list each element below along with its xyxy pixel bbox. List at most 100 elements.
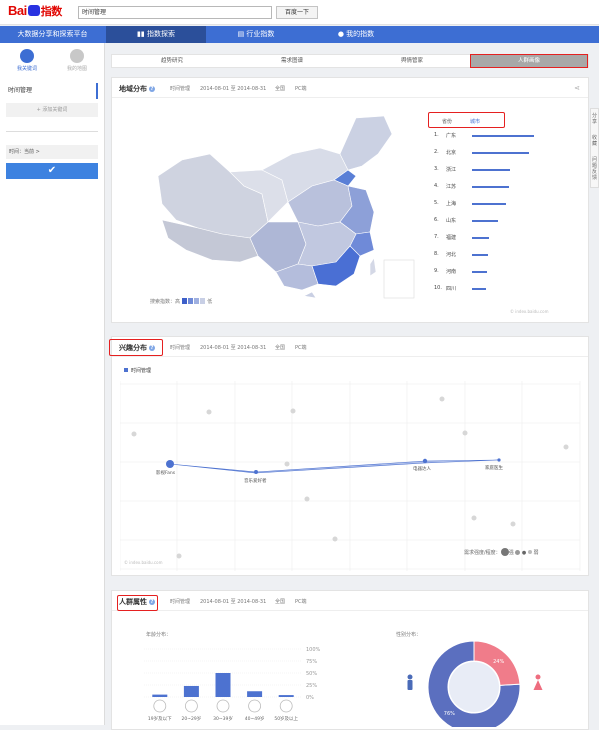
ranking-row[interactable]: 6. 山东 [434, 217, 574, 227]
confirm-button[interactable]: ✔ [6, 163, 98, 179]
age-bar[interactable] [183, 685, 199, 697]
ranking-row[interactable]: 5. 上海 [434, 200, 574, 210]
age-category-label: 19岁及以下 [148, 715, 172, 722]
right-tool-bar: 分享 收藏 问题反馈 [590, 108, 599, 188]
legend-swatch [181, 298, 187, 304]
rank-city: 河北 [446, 252, 457, 258]
age-bar[interactable] [278, 695, 294, 697]
interest-keyword: 时间管理 [170, 345, 191, 351]
population-keyword: 时间管理 [170, 599, 191, 605]
rank-city: 广东 [446, 133, 457, 139]
ranking-row[interactable]: 1. 广东 [434, 132, 574, 142]
male-icon [407, 674, 413, 690]
share-tool[interactable]: 分享 [591, 113, 598, 125]
tab-sentiment[interactable]: 舆情管家 [352, 55, 472, 67]
interest-node[interactable] [254, 470, 258, 474]
search-input[interactable]: 时间管理 [78, 6, 272, 19]
interest-panel: 兴趣分布? 时间管理 2014-08-01 至 2014-08-31 全国 PC… [109, 336, 589, 576]
ranking-row[interactable]: 9. 河南 [434, 268, 574, 278]
ranking-row[interactable]: 10. 四川 [434, 285, 574, 295]
tab-demand[interactable]: 需求图谱 [232, 55, 352, 67]
interest-node-label: 音乐爱好者 [244, 477, 267, 484]
nav-item-industry[interactable]: ▤ 行业指数 [206, 26, 306, 43]
baidu-index-logo[interactable]: Bai 指数 [8, 3, 62, 19]
share-icon[interactable]: ⋖ [574, 84, 580, 92]
age-avatar-icon [153, 699, 167, 713]
rank-number: 7. [434, 234, 439, 240]
ranking-row[interactable]: 4. 江苏 [434, 183, 574, 193]
interest-node[interactable] [166, 460, 174, 468]
age-tick-label: 75% [306, 659, 317, 665]
user-icon: ● [337, 30, 347, 38]
age-bar[interactable] [247, 691, 263, 697]
interest-graph: 影视Fans 音乐爱好者 电器达人 家庭医生 © index.baidu.com [120, 381, 581, 571]
population-date: 2014-08-01 至 2014-08-31 [200, 599, 267, 605]
keyword-item[interactable]: 时间管理 [6, 83, 98, 99]
favorite-tool[interactable]: 收藏 [591, 135, 598, 147]
region-keyword: 时间管理 [170, 86, 191, 92]
nav-item-explore[interactable]: ▮▮ 指数探索 [106, 26, 206, 43]
age-bar[interactable] [152, 694, 168, 697]
help-icon[interactable]: ? [149, 86, 155, 92]
map-region-northeast[interactable] [339, 115, 393, 171]
age-title: 年龄分布： [146, 632, 172, 638]
female-icon [533, 674, 543, 690]
ranking-row[interactable]: 3. 浙江 [434, 166, 574, 176]
map-region-taiwan[interactable] [369, 257, 377, 277]
edit-icon [20, 49, 34, 63]
feedback-tool[interactable]: 问题反馈 [591, 157, 598, 181]
rank-city: 江苏 [446, 184, 457, 190]
add-keyword-button[interactable]: + 添加关键词 [6, 103, 98, 117]
region-panel: 地域分布? 时间管理 2014-08-01 至 2014-08-31 全国 PC… [111, 77, 589, 323]
rank-number: 2. [434, 149, 439, 155]
interest-node[interactable] [497, 458, 501, 462]
region-date: 2014-08-01 至 2014-08-31 [200, 86, 267, 92]
tab-map[interactable]: 我的地图 [58, 47, 96, 79]
rank-city: 山东 [446, 218, 457, 224]
mid-dot-icon [515, 550, 521, 555]
sidebar: 我关键词 我的地图 时间管理 + 添加关键词 时间：当前 > ✔ [0, 43, 105, 725]
interest-node-label: 电器达人 [413, 465, 431, 472]
ranking-row[interactable]: 7. 福建 [434, 234, 574, 244]
map-region-hainan[interactable] [303, 291, 317, 299]
age-chart: 100% 75% 50% 25% 0% 19岁及以下 20~29岁 30~39岁 40~49岁 5… [144, 647, 321, 722]
rank-number: 5. [434, 200, 439, 206]
grid [120, 381, 581, 571]
main-nav: 大数据分享和探索平台 ▮▮ 指数探索 ▤ 行业指数 ● 我的指数 [0, 26, 599, 43]
age-category-label: 40~49岁 [245, 715, 265, 722]
tab-population[interactable]: 人群画像 [470, 54, 588, 68]
region-scope: 全国 [275, 86, 286, 92]
watermark: © index.baidu.com [510, 309, 549, 314]
ranking-row[interactable]: 8. 河北 [434, 251, 574, 261]
south-sea-inset [383, 259, 415, 299]
interest-node[interactable] [422, 458, 428, 464]
region-title: 地域分布? [119, 85, 155, 93]
rank-city: 福建 [446, 235, 457, 241]
region-device: PC端 [295, 86, 307, 92]
map-pin-icon [70, 49, 84, 63]
rank-bar [472, 237, 490, 239]
age-category-label: 20~29岁 [182, 715, 202, 722]
age-tick-label: 0% [306, 695, 314, 701]
age-avatar-icon [216, 699, 230, 713]
search-button[interactable]: 百度一下 [276, 6, 318, 19]
gender-slice-label: 24% [493, 659, 504, 665]
rank-number: 1. [434, 132, 439, 138]
age-avatar-icon [248, 699, 261, 713]
time-selector[interactable]: 时间：当前 > [6, 145, 98, 159]
rank-number: 9. [434, 268, 439, 274]
tab-keyword[interactable]: 我关键词 [8, 47, 46, 79]
paw-icon [27, 5, 40, 16]
ranking-row[interactable]: 2. 北京 [434, 149, 574, 159]
age-avatar-icon [185, 699, 198, 713]
age-bar[interactable] [215, 673, 231, 697]
strength-legend: 需求强度/程度：强 ● 弱 [464, 548, 539, 556]
highlight-box [428, 112, 505, 128]
top-bar: Bai 指数 时间管理 百度一下 [0, 0, 599, 25]
rank-bar [472, 135, 534, 137]
chart-icon: ▮▮ [137, 30, 147, 38]
nav-item-mine[interactable]: ● 我的指数 [306, 26, 406, 43]
tab-trend[interactable]: 趋势研究 [112, 55, 232, 67]
legend-swatch [199, 298, 205, 304]
highlight-box [109, 339, 163, 356]
